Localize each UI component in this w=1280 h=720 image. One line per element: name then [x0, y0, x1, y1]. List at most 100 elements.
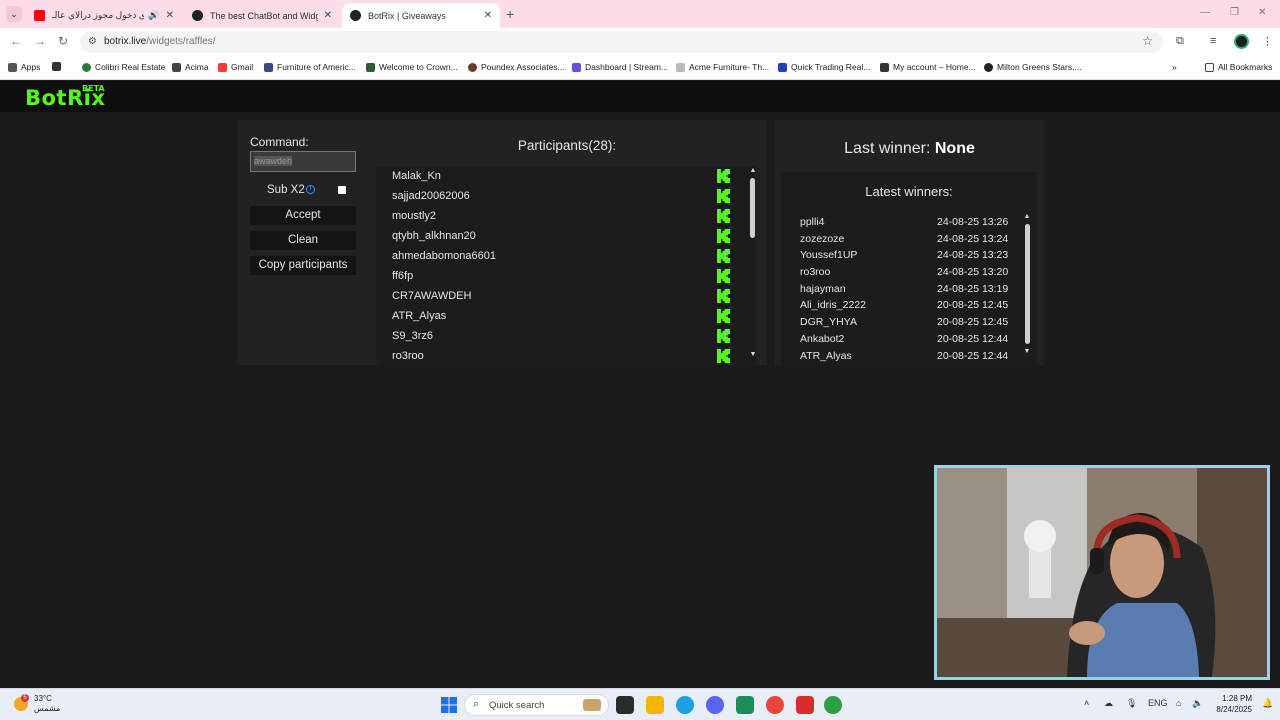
- bookmark-star-icon[interactable]: ☆: [1142, 34, 1153, 48]
- edge-icon[interactable]: [676, 696, 694, 714]
- copy-participants-button[interactable]: Copy participants: [250, 256, 356, 275]
- last-winner-label: Last winner:: [844, 140, 931, 157]
- close-icon[interactable]: ✕: [166, 10, 174, 21]
- bookmarks-overflow-icon[interactable]: »: [1172, 62, 1177, 72]
- winner-date: 24-08-25 13:23: [937, 249, 1009, 262]
- file-explorer-icon[interactable]: [646, 696, 664, 714]
- bookmark-grid[interactable]: [52, 62, 65, 71]
- bookmark-my-account[interactable]: My account – Home...: [880, 62, 976, 72]
- windows-start-icon[interactable]: [440, 696, 458, 714]
- chrome-icon[interactable]: [766, 696, 784, 714]
- tab-search-button[interactable]: ⌄: [6, 6, 22, 22]
- clock-time: 1:28 PM: [1222, 694, 1252, 703]
- bookmark-apps[interactable]: Apps: [8, 62, 40, 72]
- winner-name: DGR_YHYA: [800, 316, 857, 329]
- discord-icon[interactable]: [706, 696, 724, 714]
- winner-date: 24-08-25 13:26: [937, 216, 1009, 228]
- url-text[interactable]: botrix.live/widgets/raffles/: [104, 36, 216, 47]
- sub-x2-checkbox[interactable]: [338, 186, 346, 194]
- participant-name: sajjad20062006: [392, 190, 470, 202]
- language-indicator[interactable]: ENG: [1148, 698, 1168, 708]
- quick-trading-icon: [778, 62, 787, 72]
- extensions-icon[interactable]: ⧉: [1176, 35, 1184, 48]
- list-item: moustly2: [377, 206, 756, 226]
- menu-kebab-icon[interactable]: ⋮: [1262, 35, 1273, 48]
- address-bar[interactable]: ⚙ botrix.live/widgets/raffles/ ☆: [80, 31, 1163, 53]
- minimize-icon[interactable]: —: [1200, 7, 1210, 18]
- windows-taskbar: 5 33°C مشمس ⌕ Quick search ˄ ☁ 🎙 ENG ⌂ 🔈 …: [0, 688, 1280, 720]
- app-icon[interactable]: [736, 696, 754, 714]
- profile-avatar[interactable]: [1234, 34, 1249, 49]
- bookmark-label: My account – Home...: [893, 62, 976, 72]
- poundex-icon: [468, 62, 477, 72]
- tab-botrix-giveaways[interactable]: BotRix | Giveaways ✕: [342, 3, 500, 28]
- reading-list-icon[interactable]: ≡: [1210, 35, 1216, 47]
- network-icon[interactable]: ⌂: [1176, 698, 1181, 708]
- list-item: ahmedabomona6601: [377, 246, 756, 266]
- info-icon[interactable]: i: [306, 185, 315, 194]
- scroll-down-arrow-icon[interactable]: ▼: [1023, 348, 1031, 355]
- system-clock[interactable]: 1:28 PM 8/24/2025: [1214, 693, 1252, 715]
- tab-botrix-chatbot[interactable]: The best ChatBot and Widgets ✕: [184, 3, 340, 28]
- bookmark-dashboard[interactable]: Dashboard | Stream...: [572, 62, 668, 72]
- winners-scrollbar[interactable]: [1025, 224, 1030, 344]
- bookmark-quick-trading[interactable]: Quick Trading Real...: [778, 62, 870, 72]
- all-bookmarks[interactable]: All Bookmarks: [1205, 62, 1272, 72]
- bookmark-label: Apps: [21, 62, 41, 72]
- weather-temperature: 33°C: [34, 694, 52, 703]
- bookmark-acima[interactable]: Acima: [172, 62, 209, 72]
- bookmark-poundex[interactable]: Poundex Associates...: [468, 62, 565, 72]
- forward-icon[interactable]: →: [34, 34, 46, 48]
- speaker-icon[interactable]: 🔊: [148, 10, 159, 21]
- new-tab-button[interactable]: +: [506, 6, 514, 22]
- bookmark-acme[interactable]: Acme Furniture- Th...: [676, 62, 769, 72]
- winner-name: Ali_idris_2222: [800, 299, 866, 312]
- reload-icon[interactable]: ↻: [58, 34, 68, 48]
- tray-overflow-icon[interactable]: ˄: [1084, 698, 1089, 708]
- bookmark-crown[interactable]: Welcome to Crown...: [366, 62, 458, 72]
- streaming-app-icon[interactable]: [796, 696, 814, 714]
- task-view-icon[interactable]: [616, 696, 634, 714]
- bookmark-milton-greens[interactable]: Milton Greens Stars,...: [984, 62, 1082, 72]
- browser-toolbar: ← → ↻ ⚙ botrix.live/widgets/raffles/ ☆ ⧉…: [0, 28, 1280, 56]
- bookmark-colibri[interactable]: Colibri Real Estate: [82, 62, 165, 72]
- command-value: awawdeh: [254, 156, 293, 166]
- bookmark-label: Welcome to Crown...: [379, 62, 458, 72]
- bookmark-furniture-america[interactable]: Furniture of Americ...: [264, 62, 356, 72]
- winner-name: Ankabot2: [800, 332, 845, 345]
- chrome-profile-icon[interactable]: [824, 696, 842, 714]
- accept-button[interactable]: Accept: [250, 206, 356, 225]
- taskbar-search[interactable]: ⌕ Quick search: [464, 694, 609, 716]
- tab-youtube[interactable]: اقوى دخول مجوز درالاي عالـ 🔊 ✕: [26, 3, 182, 28]
- scroll-up-arrow-icon[interactable]: ▲: [1023, 213, 1031, 220]
- command-input[interactable]: awawdeh: [250, 151, 356, 172]
- maximize-icon[interactable]: ❐: [1230, 7, 1239, 18]
- participants-title: Participants(28):: [517, 138, 617, 153]
- volume-icon[interactable]: 🔈: [1192, 698, 1203, 709]
- furniture-icon: [264, 62, 273, 72]
- bookmark-label: Dashboard | Stream...: [585, 62, 668, 72]
- winner-date: 24-08-25 13:24: [937, 232, 1009, 245]
- clean-button[interactable]: Clean: [250, 231, 356, 250]
- weather-widget[interactable]: 5 33°C مشمس: [14, 694, 60, 714]
- scroll-up-arrow-icon[interactable]: ▲: [749, 167, 756, 174]
- close-icon[interactable]: ✕: [484, 10, 492, 21]
- winner-date: 24-08-25 13:20: [937, 266, 1009, 279]
- participants-list[interactable]: Malak_Kn sajjad20062006 moustly2 qtybh_a…: [377, 166, 756, 365]
- bookmark-label: Colibri Real Estate: [95, 62, 166, 72]
- latest-winners-list[interactable]: Latest winners: pplli4 24-08-25 13:26 zoz…: [781, 172, 1037, 365]
- site-info-icon[interactable]: ⚙: [88, 36, 97, 47]
- close-window-icon[interactable]: ✕: [1258, 7, 1266, 18]
- participant-name: moustly2: [392, 210, 437, 222]
- scroll-down-arrow-icon[interactable]: ▼: [749, 351, 756, 358]
- kick-icon: [717, 269, 730, 283]
- botrix-icon: [192, 10, 203, 21]
- participants-scrollbar[interactable]: [750, 178, 755, 238]
- cloud-icon[interactable]: ☁: [1104, 698, 1113, 709]
- bookmark-gmail[interactable]: Gmail: [218, 62, 253, 72]
- url-path: /widgets/raffles/: [146, 36, 216, 47]
- close-icon[interactable]: ✕: [324, 10, 332, 21]
- back-icon[interactable]: ←: [10, 34, 22, 48]
- notification-icon[interactable]: 🔔: [1262, 698, 1273, 709]
- microphone-icon[interactable]: 🎙: [1126, 698, 1137, 709]
